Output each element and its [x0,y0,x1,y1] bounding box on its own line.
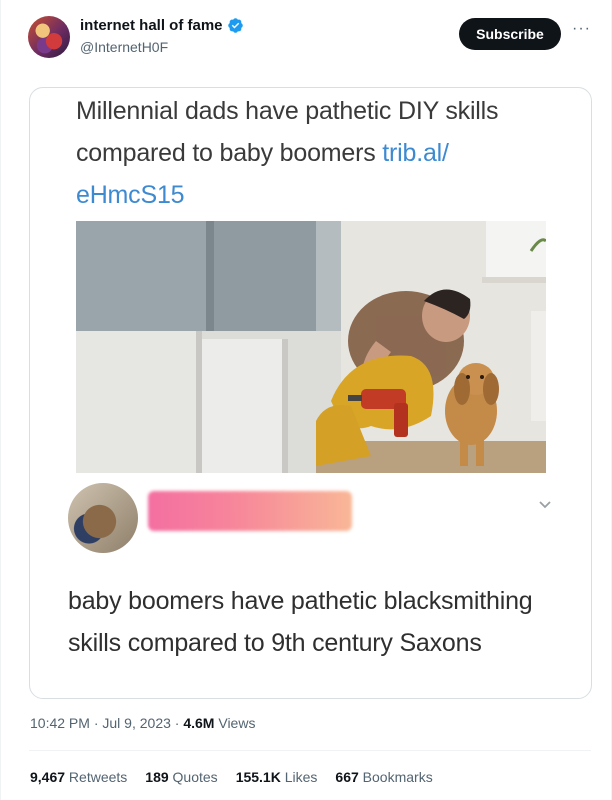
quotes-count: 189 [145,769,169,785]
meta-separator: · [89,715,103,731]
views-count: 4.6M [183,715,215,731]
engagement-stats: 9,467 Retweets 189 Quotes 155.1K Likes 6… [30,769,433,785]
bookmarks-label: Bookmarks [358,769,433,785]
retweets-stat[interactable]: 9,467 Retweets [30,769,127,785]
quotes-label: Quotes [168,769,218,785]
screenshot-reply-text: baby boomers have pathetic blacksmithing… [68,587,533,657]
author-display-name[interactable]: internet hall of fame [80,17,223,34]
dad-drilling-with-dog-image [76,221,546,473]
bookmarks-count: 667 [335,769,359,785]
more-options-icon[interactable]: ··· [572,21,591,37]
subscribe-button[interactable]: Subscribe [459,18,561,50]
article-photo [76,221,546,473]
redacted-username [148,491,352,531]
left-border [0,0,1,800]
post-time[interactable]: 10:42 PM [30,715,90,731]
quotes-stat[interactable]: 189 Quotes [145,769,217,785]
post-date[interactable]: Jul 9, 2023 [102,715,171,731]
screenshot-headline: Millennial dads have pathetic DIY skills… [76,90,546,216]
bookmarks-stat[interactable]: 667 Bookmarks [335,769,432,785]
retweets-label: Retweets [65,769,128,785]
chevron-down-icon [539,501,551,509]
verified-badge-icon [227,18,243,33]
divider [29,750,591,751]
author-handle[interactable]: @InternetH0F [80,39,168,55]
likes-stat[interactable]: 155.1K Likes [236,769,318,785]
post-media-card[interactable]: Millennial dads have pathetic DIY skills… [29,87,592,699]
views-label: Views [214,715,256,731]
likes-label: Likes [280,769,318,785]
retweets-count: 9,467 [30,769,66,785]
post-meta: 10:42 PM · Jul 9, 2023 · 4.6M Views [30,715,255,731]
reply-author-avatar [68,483,138,553]
meta-separator: · [170,715,184,731]
author-avatar[interactable] [28,16,70,58]
likes-count: 155.1K [235,769,281,785]
author-name-row[interactable]: internet hall of fame [80,17,244,34]
